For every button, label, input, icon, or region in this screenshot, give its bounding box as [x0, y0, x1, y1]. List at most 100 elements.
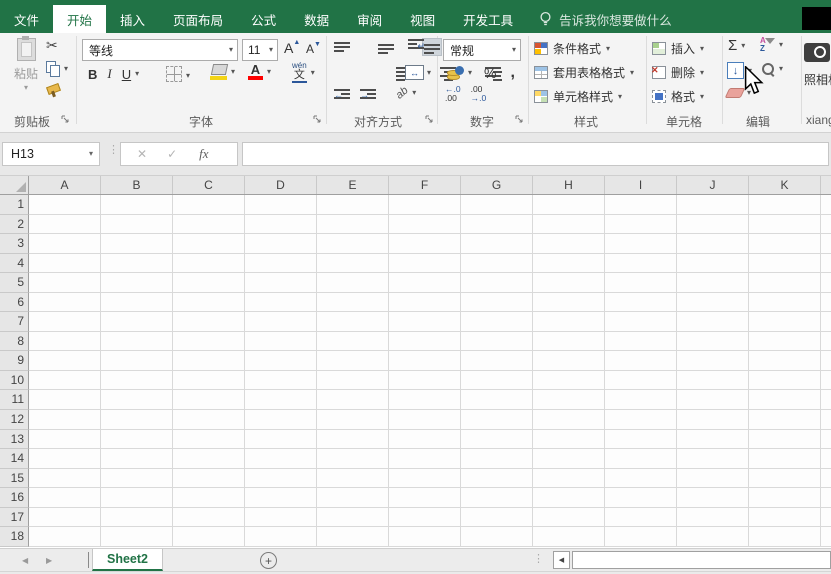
accounting-format-button[interactable]	[447, 66, 464, 80]
column-header-I[interactable]: I	[605, 176, 677, 194]
fill-color-button[interactable]	[210, 64, 227, 80]
shrink-font-button[interactable]: A▼	[306, 41, 321, 56]
cell-E12[interactable]	[317, 410, 389, 430]
cell-C6[interactable]	[173, 293, 245, 313]
format-painter-button[interactable]	[46, 85, 59, 100]
cell-H10[interactable]	[533, 371, 605, 391]
cell-K6[interactable]	[749, 293, 821, 313]
cell-B5[interactable]	[101, 273, 173, 293]
insert-function-button[interactable]: fx	[199, 146, 208, 162]
cell-K7[interactable]	[749, 312, 821, 332]
decrease-indent-button[interactable]: ←	[334, 89, 351, 106]
row-header-6[interactable]: 6	[0, 293, 29, 313]
cell-C17[interactable]	[173, 508, 245, 528]
namebox-splitter[interactable]: ⋮	[108, 143, 117, 156]
cell-G11[interactable]	[461, 390, 533, 410]
tabbar-splitter[interactable]: ⋮	[533, 552, 542, 565]
cell-I12[interactable]	[605, 410, 677, 430]
cut-button[interactable]: ✂	[46, 37, 58, 54]
cell-B9[interactable]	[101, 351, 173, 371]
cell-G4[interactable]	[461, 254, 533, 274]
cell-I17[interactable]	[605, 508, 677, 528]
cell-K2[interactable]	[749, 215, 821, 235]
cell-G10[interactable]	[461, 371, 533, 391]
cell-E3[interactable]	[317, 234, 389, 254]
cell-I7[interactable]	[605, 312, 677, 332]
row-header-14[interactable]: 14	[0, 449, 29, 469]
enter-button[interactable]: ✓	[167, 147, 177, 161]
column-header-J[interactable]: J	[677, 176, 749, 194]
camera-button[interactable]: 照相机	[804, 43, 831, 88]
cell-E17[interactable]	[317, 508, 389, 528]
paste-button[interactable]: 粘贴 ▾	[8, 38, 44, 92]
cell-C13[interactable]	[173, 430, 245, 450]
number-dialog-launcher[interactable]	[514, 114, 524, 124]
cell-I6[interactable]	[605, 293, 677, 313]
format-as-table-button[interactable]: 套用表格格式 ▾	[534, 64, 634, 81]
menu-tab-8[interactable]: 视图	[396, 5, 449, 33]
cell-F9[interactable]	[389, 351, 461, 371]
cell-H4[interactable]	[533, 254, 605, 274]
cell-D14[interactable]	[245, 449, 317, 469]
cell-B16[interactable]	[101, 488, 173, 508]
cell-F17[interactable]	[389, 508, 461, 528]
cell-J14[interactable]	[677, 449, 749, 469]
cell-A18[interactable]	[29, 527, 101, 547]
cell-F6[interactable]	[389, 293, 461, 313]
cell-H13[interactable]	[533, 430, 605, 450]
cell-G18[interactable]	[461, 527, 533, 547]
column-header-H[interactable]: H	[533, 176, 605, 194]
cell-H5[interactable]	[533, 273, 605, 293]
menu-tab-7[interactable]: 审阅	[343, 5, 396, 33]
cell-K8[interactable]	[749, 332, 821, 352]
delete-cells-button[interactable]: ✕ 删除 ▾	[652, 64, 704, 81]
cell-A17[interactable]	[29, 508, 101, 528]
cell-J1[interactable]	[677, 195, 749, 215]
cell-J15[interactable]	[677, 469, 749, 489]
cell-B2[interactable]	[101, 215, 173, 235]
cell-A16[interactable]	[29, 488, 101, 508]
cell-K18[interactable]	[749, 527, 821, 547]
clipboard-dialog-launcher[interactable]	[60, 114, 70, 124]
cell-I9[interactable]	[605, 351, 677, 371]
cell-E1[interactable]	[317, 195, 389, 215]
row-header-2[interactable]: 2	[0, 215, 29, 235]
percent-style-button[interactable]: %	[484, 65, 496, 81]
cell-B11[interactable]	[101, 390, 173, 410]
menu-tab-1[interactable]: 文件	[0, 5, 53, 33]
menu-tab-2[interactable]: 开始	[53, 5, 106, 33]
cell-J3[interactable]	[677, 234, 749, 254]
font-color-button[interactable]: A	[248, 64, 263, 80]
cell-J12[interactable]	[677, 410, 749, 430]
cell-C10[interactable]	[173, 371, 245, 391]
tell-me-box[interactable]: 告诉我你想要做什么	[539, 5, 672, 33]
column-header-E[interactable]: E	[317, 176, 389, 194]
cell-C16[interactable]	[173, 488, 245, 508]
cell-J10[interactable]	[677, 371, 749, 391]
cell-J16[interactable]	[677, 488, 749, 508]
cell-C5[interactable]	[173, 273, 245, 293]
scroll-left-button[interactable]: ◀	[553, 551, 570, 569]
cell-I13[interactable]	[605, 430, 677, 450]
cell-K9[interactable]	[749, 351, 821, 371]
cell-C14[interactable]	[173, 449, 245, 469]
increase-indent-button[interactable]: →	[360, 89, 377, 106]
conditional-formatting-button[interactable]: 条件格式 ▾	[534, 40, 610, 57]
cell-J17[interactable]	[677, 508, 749, 528]
cell-G7[interactable]	[461, 312, 533, 332]
copy-button[interactable]: ▾	[46, 61, 68, 76]
cell-H15[interactable]	[533, 469, 605, 489]
menu-tab-3[interactable]: 插入	[106, 5, 159, 33]
cell-F12[interactable]	[389, 410, 461, 430]
cell-K3[interactable]	[749, 234, 821, 254]
sheet-tab-Sheet2[interactable]: Sheet2	[92, 549, 163, 571]
column-header-F[interactable]: F	[389, 176, 461, 194]
align-top-button[interactable]	[334, 42, 351, 56]
cell-D13[interactable]	[245, 430, 317, 450]
cell-E8[interactable]	[317, 332, 389, 352]
row-header-3[interactable]: 3	[0, 234, 29, 254]
cell-H12[interactable]	[533, 410, 605, 430]
cell-D4[interactable]	[245, 254, 317, 274]
align-bottom-button[interactable]	[423, 39, 441, 55]
cell-K5[interactable]	[749, 273, 821, 293]
